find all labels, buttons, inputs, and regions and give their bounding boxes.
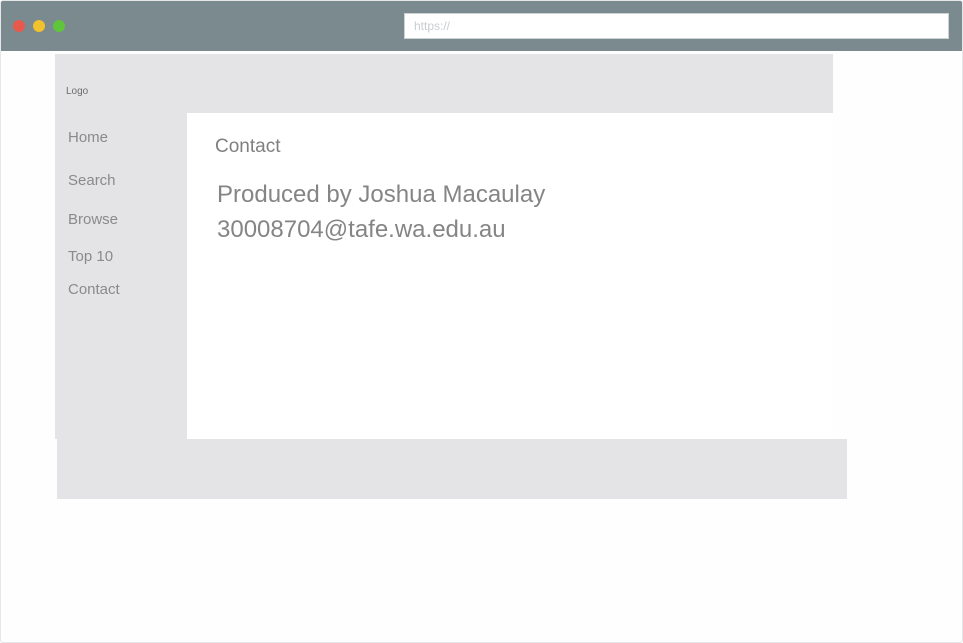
contact-email: 30008704@tafe.wa.edu.au (217, 216, 506, 243)
maximize-window-icon[interactable] (53, 20, 65, 32)
nav-item-home[interactable]: Home (68, 129, 108, 146)
site-header: Logo (55, 54, 833, 113)
nav-item-browse[interactable]: Browse (68, 211, 118, 228)
browser-window: https:// Logo Home Search Browse Top 10 … (0, 0, 963, 643)
browser-toolbar: https:// (1, 1, 962, 51)
address-bar[interactable]: https:// (404, 13, 949, 39)
close-window-icon[interactable] (13, 20, 25, 32)
site-logo[interactable]: Logo (66, 86, 88, 97)
author-credit: Produced by Joshua Macaulay (217, 181, 546, 208)
minimize-window-icon[interactable] (33, 20, 45, 32)
site-footer (57, 439, 847, 499)
nav-item-contact[interactable]: Contact (68, 281, 120, 298)
nav-item-search[interactable]: Search (68, 172, 116, 189)
nav-item-top-10[interactable]: Top 10 (68, 248, 113, 265)
page-title: Contact (215, 136, 281, 157)
sidebar-nav: Home Search Browse Top 10 Contact (55, 113, 187, 439)
main-content: Contact Produced by Joshua Macaulay 3000… (187, 113, 833, 439)
